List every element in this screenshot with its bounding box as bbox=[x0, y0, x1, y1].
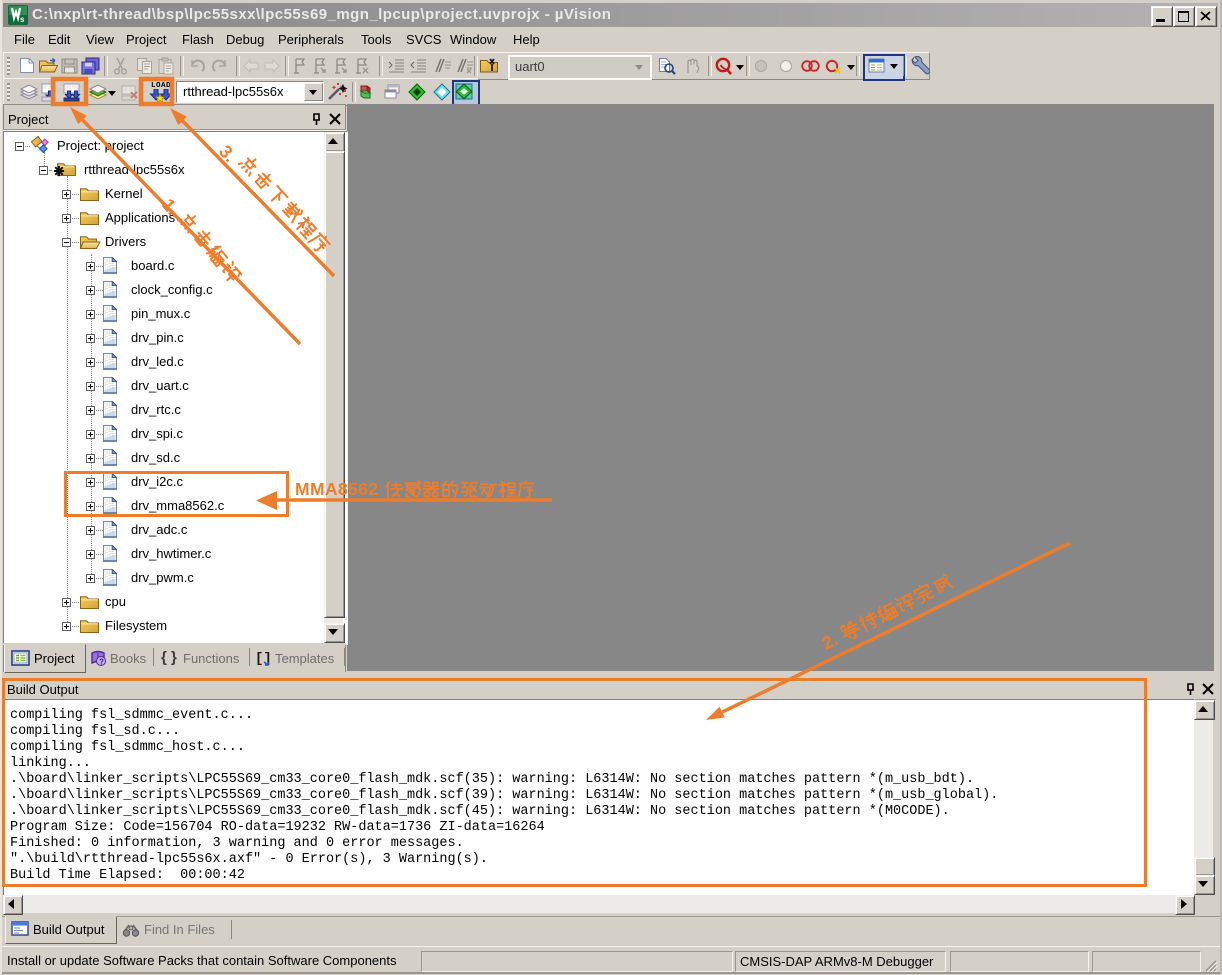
svg-text:2.: 2. bbox=[819, 629, 841, 654]
svg-text:3.: 3. bbox=[215, 141, 240, 166]
svg-text:MMA8562: MMA8562 bbox=[295, 479, 379, 499]
svg-text:1.: 1. bbox=[158, 195, 183, 219]
